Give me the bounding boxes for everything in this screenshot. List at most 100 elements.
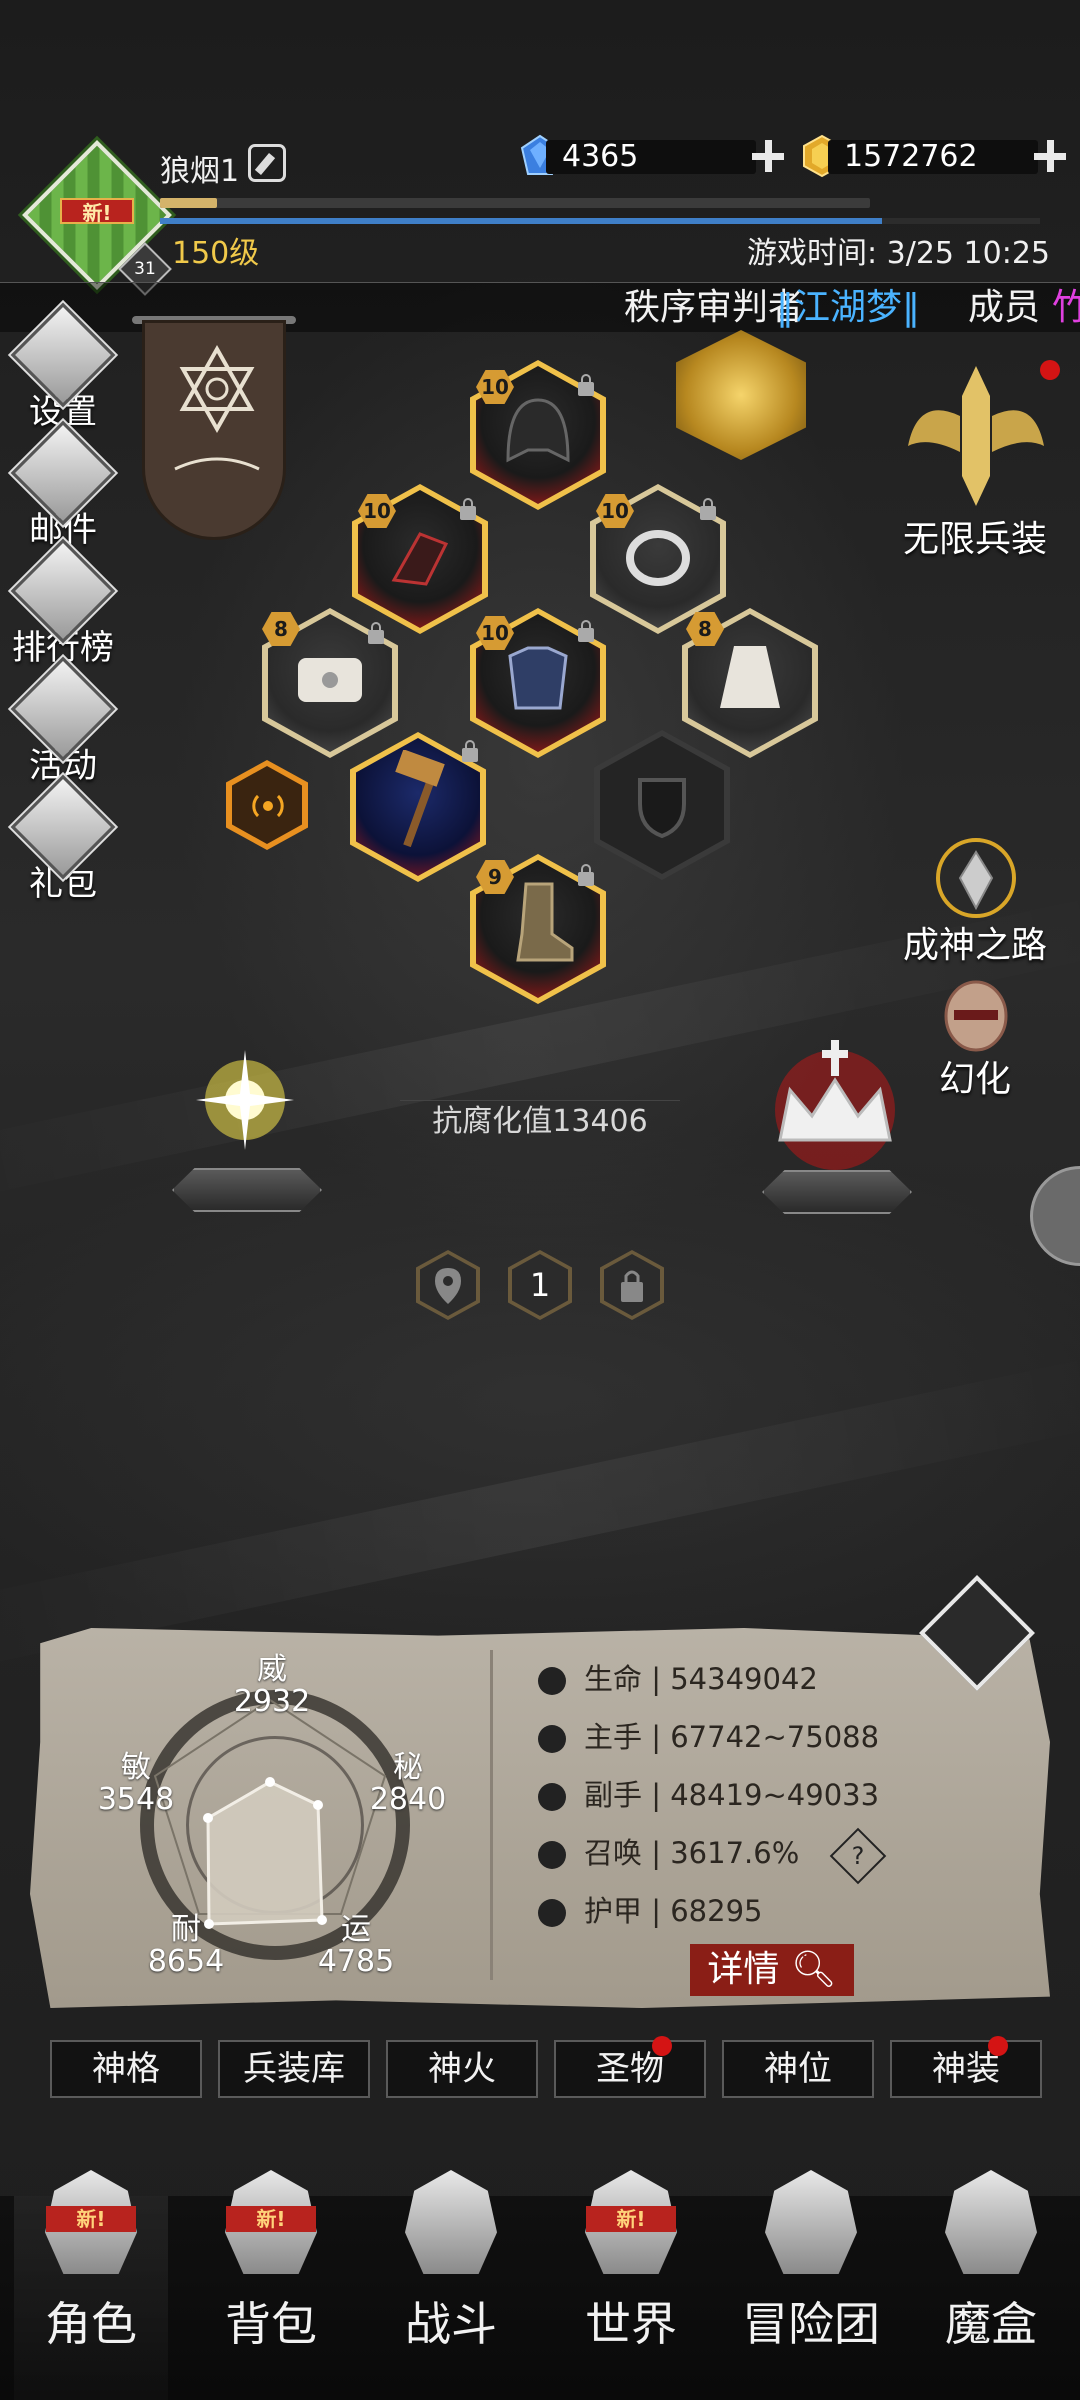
stat-row-summon: 召唤 | 3617.6% — [538, 1830, 799, 1876]
gem-amount: 4365 — [562, 139, 639, 174]
crossed-swords-icon — [405, 2170, 497, 2274]
player-level: 150级 — [172, 236, 260, 271]
tab-relics[interactable]: 圣物 — [554, 2040, 706, 2098]
experience-bar — [160, 198, 870, 208]
magnifier-icon: 🔍︎ — [790, 1949, 837, 1990]
gloves-icon — [391, 532, 449, 586]
edit-name-icon[interactable] — [248, 144, 286, 182]
notification-dot — [652, 2036, 672, 2056]
right-pedestal — [762, 1170, 912, 1214]
armor-stat-icon — [538, 1899, 566, 1927]
tab-armory[interactable]: 兵装库 — [218, 2040, 370, 2098]
radar-label-yun: 运 4785 — [317, 1912, 395, 1979]
summon-icon — [538, 1841, 566, 1869]
tab-divine-gear[interactable]: 神装 — [890, 2040, 1042, 2098]
tab-divinity[interactable]: 神格 — [50, 2040, 202, 2098]
castle-icon — [765, 2170, 857, 2274]
gem-currency: 4365 — [518, 134, 784, 178]
nav-label: 冒险团 — [742, 2297, 880, 2351]
location-pin-icon — [435, 1268, 461, 1304]
cape-icon — [720, 646, 780, 708]
nav-label: 背包 — [225, 2297, 317, 2351]
crown-relic-icon[interactable] — [750, 1030, 920, 1180]
stat-row-offhand: 副手 | 48419~49033 — [538, 1772, 879, 1818]
helmet-icon — [506, 398, 570, 463]
player-avatar[interactable]: 新! 31 — [22, 140, 172, 296]
stat-row-mainhand: 主手 | 67742~75088 — [538, 1714, 879, 1760]
corruption-resistance: 抗腐化值13406 — [432, 1104, 648, 1139]
tab-divine-fire[interactable]: 神火 — [386, 2040, 538, 2098]
lock-icon — [462, 740, 478, 762]
menu-settings[interactable]: 设置 — [8, 302, 118, 433]
nav-world[interactable]: 新! 世界 — [556, 2170, 706, 2354]
sword-icon — [538, 1725, 566, 1753]
guild-banner[interactable] — [142, 320, 286, 540]
nav-label: 世界 — [585, 2297, 677, 2351]
illusion-mask-icon[interactable] — [936, 976, 1016, 1056]
radar-ring-inner — [186, 1736, 364, 1914]
lock-icon — [578, 620, 594, 642]
god-path-label: 成神之路 — [902, 925, 1047, 966]
dagger-icon — [538, 1783, 566, 1811]
ring-icon — [626, 530, 690, 586]
notification-dot — [988, 2036, 1008, 2056]
infinite-gear-label: 无限兵装 — [902, 519, 1047, 560]
armor-icon — [508, 646, 568, 710]
lock-icon — [368, 622, 384, 644]
ticker-role: 成员 — [968, 287, 1041, 328]
stat-row-armor: 护甲 | 68295 — [538, 1888, 763, 1934]
secondary-progress-bar — [160, 218, 1040, 224]
illusion-label: 幻化 — [938, 1059, 1011, 1100]
ticker-extra: 竹 — [1052, 283, 1080, 332]
add-gems-button[interactable] — [750, 138, 786, 174]
tab-divine-position[interactable]: 神位 — [722, 2040, 874, 2098]
menu-events[interactable]: 活动 — [8, 656, 118, 787]
panel-divider — [490, 1650, 493, 1980]
nav-label: 魔盒 — [945, 2297, 1037, 2351]
stat-row-hp: 生命 | 54349042 — [538, 1656, 818, 1702]
nav-character[interactable]: 新! 角色 — [16, 2170, 166, 2354]
belt-icon — [298, 658, 362, 702]
heart-icon — [538, 1667, 566, 1695]
nav-backpack[interactable]: 新! 背包 — [196, 2170, 346, 2354]
radar-label-min: 敏 3548 — [97, 1750, 175, 1817]
player-name: 狼烟1 — [160, 154, 240, 189]
new-tag: 新! — [586, 2206, 676, 2232]
hammer-icon — [395, 750, 445, 848]
shield-icon — [638, 778, 686, 839]
nav-label: 战斗 — [405, 2297, 497, 2351]
lock-icon — [621, 1270, 643, 1302]
gold-amount: 1572762 — [844, 139, 978, 174]
nav-label: 角色 — [45, 2297, 137, 2351]
notification-dot — [1040, 360, 1060, 380]
radar-label-wei: 威 2932 — [233, 1652, 311, 1719]
radar-label-nai: 耐 8654 — [147, 1912, 225, 1979]
nav-adventure-group[interactable]: 冒险团 — [736, 2170, 886, 2354]
hexagram-icon — [174, 344, 260, 471]
avatar-new-tag: 新! — [60, 198, 134, 225]
menu-mail[interactable]: 邮件 — [8, 420, 118, 551]
lock-icon — [700, 498, 716, 520]
nav-battle[interactable]: 战斗 — [376, 2170, 526, 2354]
left-pedestal — [172, 1168, 322, 1212]
winged-sword-icon[interactable] — [898, 356, 1054, 516]
golden-spark-relic-icon[interactable] — [160, 1030, 330, 1180]
new-tag: 新! — [46, 2206, 136, 2232]
god-path-icon[interactable] — [930, 832, 1022, 924]
lock-icon — [578, 374, 594, 396]
new-tag: 新! — [226, 2206, 316, 2232]
menu-gift[interactable]: 礼包 — [8, 774, 118, 905]
lock-icon — [578, 864, 594, 886]
lock-icon — [460, 498, 476, 520]
ticker-guild: ‖江湖梦‖ — [776, 287, 921, 328]
details-button[interactable]: 详情 🔍︎ — [690, 1944, 854, 1996]
cube-icon — [945, 2170, 1037, 2274]
gold-currency: 1572762 — [800, 134, 1066, 178]
nav-magic-box[interactable]: 魔盒 — [916, 2170, 1066, 2354]
radar-label-mi: 秘 2840 — [369, 1750, 447, 1817]
boots-icon — [516, 882, 574, 962]
game-time: 游戏时间: 3/25 10:25 — [746, 236, 1050, 271]
add-gold-button[interactable] — [1032, 138, 1068, 174]
menu-leaderboard[interactable]: 排行榜 — [8, 538, 118, 669]
broadcast-icon — [252, 794, 284, 818]
